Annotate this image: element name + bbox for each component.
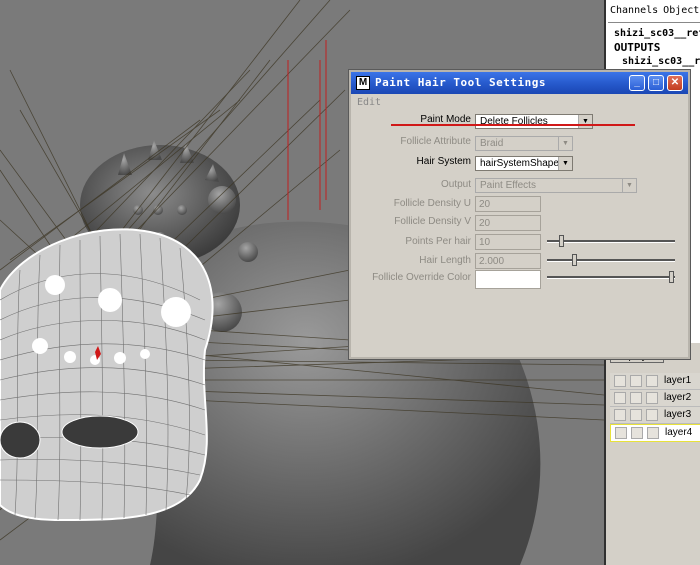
template-toggle[interactable] (631, 427, 643, 439)
hair-system-select[interactable]: hairSystemShape1 ▼ (475, 156, 573, 171)
dialog-title: Paint Hair Tool Settings (375, 76, 546, 89)
follicle-attribute-select: Braid ▼ (475, 136, 573, 151)
visibility-toggle[interactable] (614, 409, 626, 421)
follicle-attribute-label: Follicle Attribute (400, 136, 471, 147)
chevron-down-icon: ▼ (558, 137, 572, 150)
hair-system-value: hairSystemShape1 (480, 158, 565, 169)
layer-row[interactable]: layer1 (610, 373, 700, 390)
follicle-override-color-slider-track[interactable] (547, 276, 675, 279)
chevron-down-icon: ▼ (622, 179, 636, 192)
points-per-hair-field: 10 (475, 234, 541, 250)
channel-tabs: Channels Object (610, 5, 700, 16)
output-select: Paint Effects ▼ (475, 178, 637, 193)
visibility-toggle[interactable] (614, 375, 626, 387)
layer-color-swatch[interactable] (647, 427, 659, 439)
template-toggle[interactable] (630, 375, 642, 387)
points-per-hair-label: Points Per hair (405, 236, 471, 247)
follicle-attribute-value: Braid (480, 138, 504, 149)
follicle-override-color-label: Follicle Override Color (372, 272, 471, 283)
tab-channels[interactable]: Channels (610, 5, 658, 16)
paint-hair-tool-settings-dialog: M Paint Hair Tool Settings _ □ ✕ Edit Pa… (349, 70, 690, 359)
template-toggle[interactable] (630, 409, 642, 421)
layer-name: layer4 (665, 427, 693, 438)
channel-divider (608, 22, 700, 23)
menu-edit[interactable]: Edit (357, 97, 381, 108)
hair-length-slider-track[interactable] (547, 259, 675, 262)
layer-color-swatch[interactable] (646, 409, 658, 421)
visibility-toggle[interactable] (614, 392, 626, 404)
title-bar[interactable]: M Paint Hair Tool Settings _ □ ✕ (351, 72, 688, 94)
output-value: Paint Effects (480, 180, 536, 191)
hair-length-slider-thumb[interactable] (571, 254, 577, 266)
hair-length-field: 2.000 (475, 253, 541, 269)
output-label: Output (440, 179, 471, 190)
layer-name: layer3 (664, 409, 692, 420)
wireframe-head (0, 228, 214, 522)
outputs-label: OUTPUTS (614, 41, 661, 54)
hair-length-label: Hair Length (419, 255, 471, 266)
layer-name: layer1 (664, 375, 692, 386)
template-toggle[interactable] (630, 392, 642, 404)
close-icon[interactable]: ✕ (667, 75, 683, 91)
chevron-down-icon: ▼ (558, 157, 572, 170)
follicle-override-color-slider-thumb[interactable] (668, 271, 674, 283)
visibility-toggle[interactable] (615, 427, 627, 439)
layer-name: layer2 (664, 392, 692, 403)
tab-object[interactable]: Object (663, 5, 699, 16)
layer-row-active[interactable]: layer4 (610, 424, 700, 442)
follicle-density-v-label: Follicle Density V (394, 216, 471, 227)
menu-bar: Edit (357, 97, 381, 108)
follicle-density-u-field: 20 (475, 196, 541, 212)
minimize-icon[interactable]: _ (629, 75, 645, 91)
maximize-icon[interactable]: □ (648, 75, 664, 91)
layer-color-swatch[interactable] (646, 392, 658, 404)
layer-color-swatch[interactable] (646, 375, 658, 387)
layer-row[interactable]: layer3 (610, 407, 700, 424)
hair-system-label: Hair System (416, 156, 471, 167)
node-name[interactable]: shizi_sc03__ref_0 (614, 28, 700, 39)
points-per-hair-slider-track[interactable] (547, 240, 675, 243)
maya-logo-icon: M (356, 76, 370, 90)
chevron-down-icon: ▼ (578, 115, 592, 128)
follicle-override-color-swatch[interactable] (475, 270, 541, 289)
output-node[interactable]: shizi_sc03__ref_ (622, 56, 700, 67)
paint-mode-select[interactable]: Delete Follicles ▼ (475, 114, 593, 129)
red-underline-annotation (391, 124, 635, 126)
follicle-density-u-label: Follicle Density U (393, 198, 471, 209)
follicle-density-v-field: 20 (475, 215, 541, 231)
points-per-hair-slider-thumb[interactable] (559, 235, 565, 247)
layer-row[interactable]: layer2 (610, 390, 700, 407)
layer-editor: Display ▼ layer1 layer2 layer3 layer4 (604, 343, 700, 565)
